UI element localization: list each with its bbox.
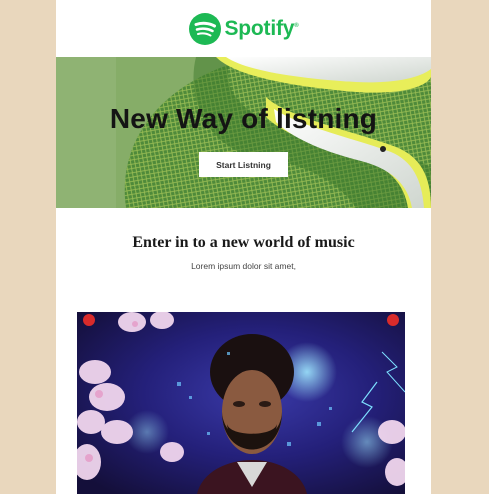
start-listening-button[interactable]: Start Listning xyxy=(199,152,288,177)
spotify-logo[interactable]: Spotify® xyxy=(188,12,299,45)
hero-title: New Way of listning xyxy=(109,103,378,134)
intro-subtitle: Lorem ipsum dolor sit amet, xyxy=(191,261,296,271)
brand-name: Spotify® xyxy=(224,16,299,40)
intro-title: Enter in to a new world of music xyxy=(132,234,355,251)
album-artwork[interactable] xyxy=(77,312,405,494)
header: Spotify® xyxy=(56,0,431,57)
hero-banner: New Way of listning Start Listning xyxy=(56,57,431,208)
spotify-icon xyxy=(188,12,221,45)
email-card: Spotify® New Way of listning Start Listn… xyxy=(56,0,431,494)
intro-section: Enter in to a new world of music Lorem i… xyxy=(56,208,431,271)
